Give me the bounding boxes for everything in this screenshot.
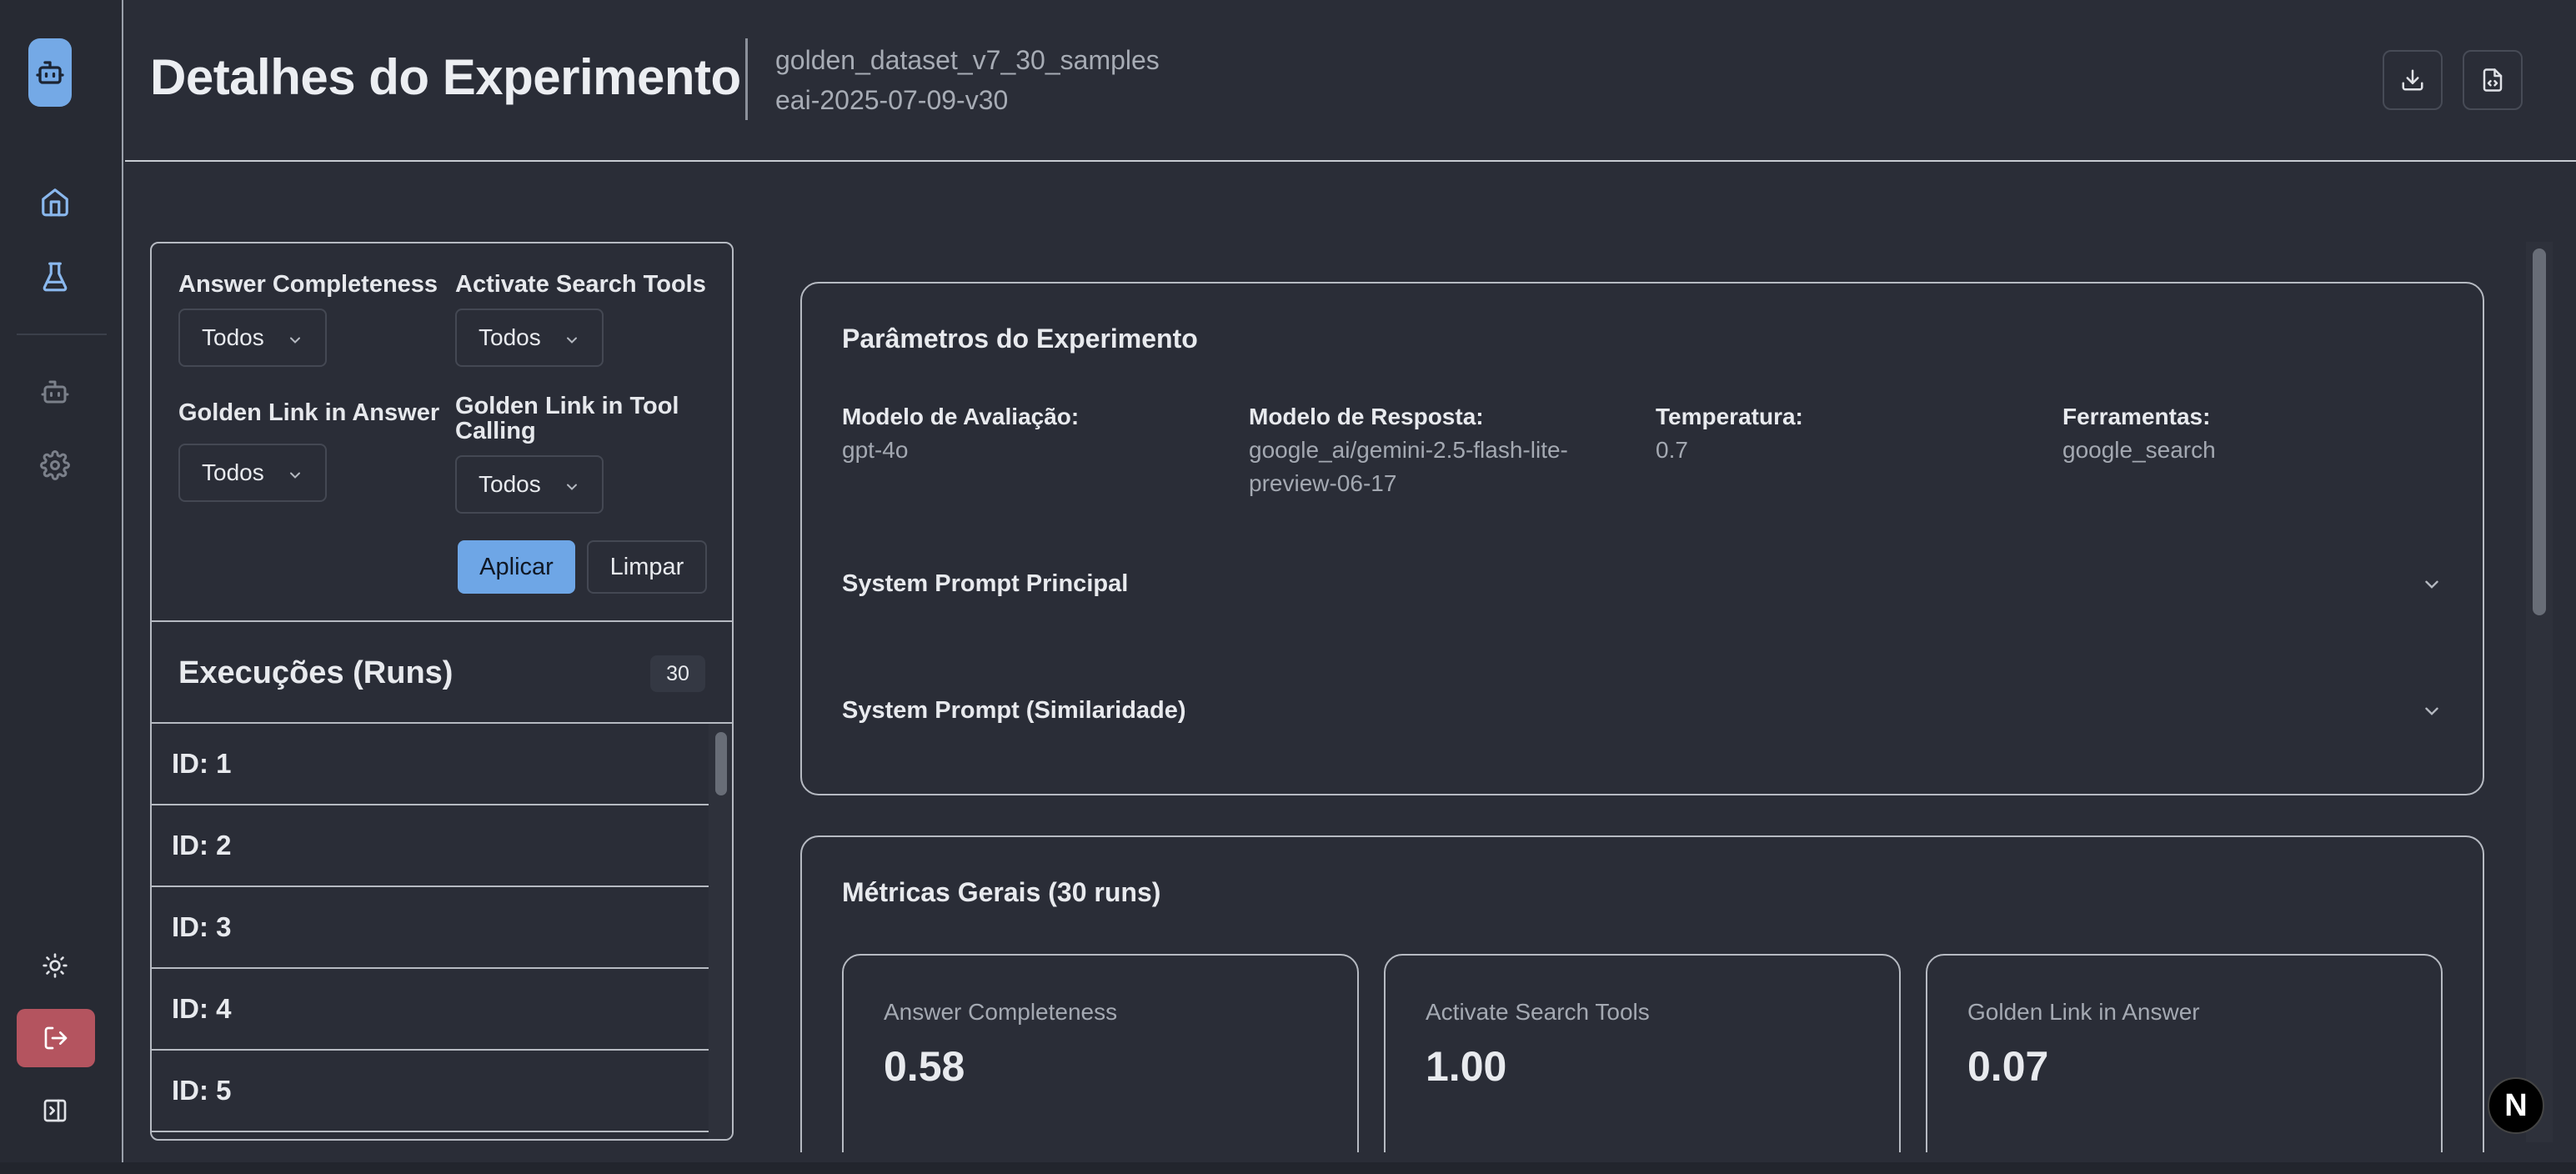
bottom-strip bbox=[0, 1162, 2576, 1174]
page-header: Detalhes do Experimento golden_dataset_v… bbox=[125, 0, 2576, 162]
nextjs-badge[interactable]: N bbox=[2488, 1077, 2544, 1134]
home-icon[interactable] bbox=[33, 180, 77, 223]
response-model-value-line: google_ai/gemini-2.5-flash-lite- bbox=[1249, 437, 1568, 463]
parameters-card: Parâmetros do Experimento Modelo de Aval… bbox=[800, 282, 2484, 795]
apply-button[interactable]: Aplicar bbox=[458, 540, 575, 594]
runs-title: Execuções (Runs) bbox=[178, 655, 454, 690]
sidebar-divider bbox=[17, 334, 107, 335]
chevron-down-icon[interactable] bbox=[2421, 574, 2443, 595]
run-item[interactable]: ID: 2 bbox=[152, 805, 709, 887]
response-model-label: Modelo de Resposta: bbox=[1249, 404, 1484, 429]
sidebar-toggle-icon[interactable] bbox=[33, 1089, 77, 1132]
filter-label-golden-link-in-answer: Golden Link in Answer bbox=[178, 399, 440, 426]
metric-card: Activate Search Tools 1.00 bbox=[1384, 954, 1901, 1152]
clear-button[interactable]: Limpar bbox=[587, 540, 707, 594]
metric-name: Golden Link in Answer bbox=[1967, 999, 2200, 1025]
logout-icon bbox=[44, 1026, 68, 1050]
metric-name: Activate Search Tools bbox=[1426, 999, 1650, 1025]
run-item[interactable]: ID: 4 bbox=[152, 969, 709, 1051]
select-value: Todos bbox=[202, 459, 264, 485]
chevron-down-icon[interactable] bbox=[2421, 700, 2443, 722]
export-code-button[interactable] bbox=[2463, 50, 2523, 110]
main-scrollbar-thumb[interactable] bbox=[2533, 248, 2546, 615]
response-model-value-line: preview-06-17 bbox=[1249, 470, 1397, 496]
filter-label-answer-completeness: Answer Completeness bbox=[178, 271, 439, 298]
parameters-title: Parâmetros do Experimento bbox=[842, 324, 1198, 354]
download-icon bbox=[2402, 69, 2423, 91]
gear-icon[interactable] bbox=[33, 444, 77, 487]
sidebar bbox=[0, 0, 123, 1174]
metric-card: Answer Completeness 0.58 bbox=[842, 954, 1359, 1152]
metrics-card: Métricas Gerais (30 runs) Answer Complet… bbox=[800, 835, 2484, 1152]
experiment-id: eai-2025-07-09-v30 bbox=[775, 85, 1009, 115]
golden-link-in-answer-select[interactable]: Todos bbox=[178, 444, 327, 502]
download-button[interactable] bbox=[2383, 50, 2443, 110]
tools-value: google_search bbox=[2062, 437, 2216, 463]
evaluation-model-label: Modelo de Avaliação: bbox=[842, 404, 1080, 429]
runs-list: ID: 1 ID: 2 ID: 3 ID: 4 ID: 5 bbox=[152, 724, 709, 1139]
activate-search-tools-select[interactable]: Todos bbox=[455, 309, 604, 367]
dataset-name: golden_dataset_v7_30_samples bbox=[775, 45, 1160, 75]
metric-card: Golden Link in Answer 0.07 bbox=[1926, 954, 2443, 1152]
run-item[interactable]: ID: 5 bbox=[152, 1051, 709, 1132]
temperature-label: Temperatura: bbox=[1656, 404, 1803, 429]
chevron-down-icon bbox=[567, 484, 577, 490]
logout-button[interactable] bbox=[17, 1009, 95, 1067]
evaluation-model-value: gpt-4o bbox=[842, 437, 909, 463]
run-item[interactable]: ID: 3 bbox=[152, 887, 709, 969]
temperature-value: 0.7 bbox=[1656, 437, 1688, 463]
robot-logo-icon[interactable] bbox=[28, 38, 72, 107]
system-prompt-similarity-toggle[interactable]: System Prompt (Similaridade) bbox=[842, 697, 1186, 725]
metrics-title: Métricas Gerais (30 runs) bbox=[842, 877, 1161, 907]
filter-label-line: Golden Link in Tool bbox=[455, 393, 679, 419]
chevron-down-icon bbox=[290, 472, 300, 479]
metric-value: 0.07 bbox=[1967, 1043, 2049, 1090]
metric-value: 1.00 bbox=[1426, 1043, 1507, 1090]
system-prompt-main-toggle[interactable]: System Prompt Principal bbox=[842, 570, 1128, 598]
answer-completeness-select[interactable]: Todos bbox=[178, 309, 327, 367]
runs-count-badge: 30 bbox=[650, 655, 705, 692]
select-value: Todos bbox=[479, 471, 541, 497]
panel-divider bbox=[152, 620, 732, 622]
metric-value: 0.58 bbox=[884, 1043, 965, 1090]
file-code-icon bbox=[2483, 68, 2503, 92]
flask-icon[interactable] bbox=[33, 255, 77, 299]
select-value: Todos bbox=[479, 324, 541, 350]
filters-runs-panel: Answer Completeness Todos Activate Searc… bbox=[150, 242, 734, 1141]
app-root: Detalhes do Experimento golden_dataset_v… bbox=[0, 0, 2576, 1174]
sun-icon[interactable] bbox=[33, 944, 77, 987]
filter-label-line: Calling bbox=[455, 418, 536, 444]
page-title: Detalhes do Experimento bbox=[150, 49, 741, 105]
golden-link-in-tool-calling-select[interactable]: Todos bbox=[455, 455, 604, 514]
title-divider bbox=[745, 38, 748, 120]
tools-label: Ferramentas: bbox=[2062, 404, 2211, 429]
chevron-down-icon bbox=[290, 337, 300, 344]
filter-label-golden-link-in-tool-calling: Golden Link in Tool Calling bbox=[455, 394, 679, 444]
bot-icon[interactable] bbox=[33, 370, 77, 414]
chevron-down-icon bbox=[567, 337, 577, 344]
metric-name: Answer Completeness bbox=[884, 999, 1118, 1025]
runs-scrollbar-thumb[interactable] bbox=[715, 732, 727, 795]
select-value: Todos bbox=[202, 324, 264, 350]
run-item[interactable]: ID: 1 bbox=[152, 724, 709, 805]
filter-label-activate-search-tools: Activate Search Tools bbox=[455, 271, 706, 298]
response-model-value: google_ai/gemini-2.5-flash-lite- preview… bbox=[1249, 434, 1568, 500]
